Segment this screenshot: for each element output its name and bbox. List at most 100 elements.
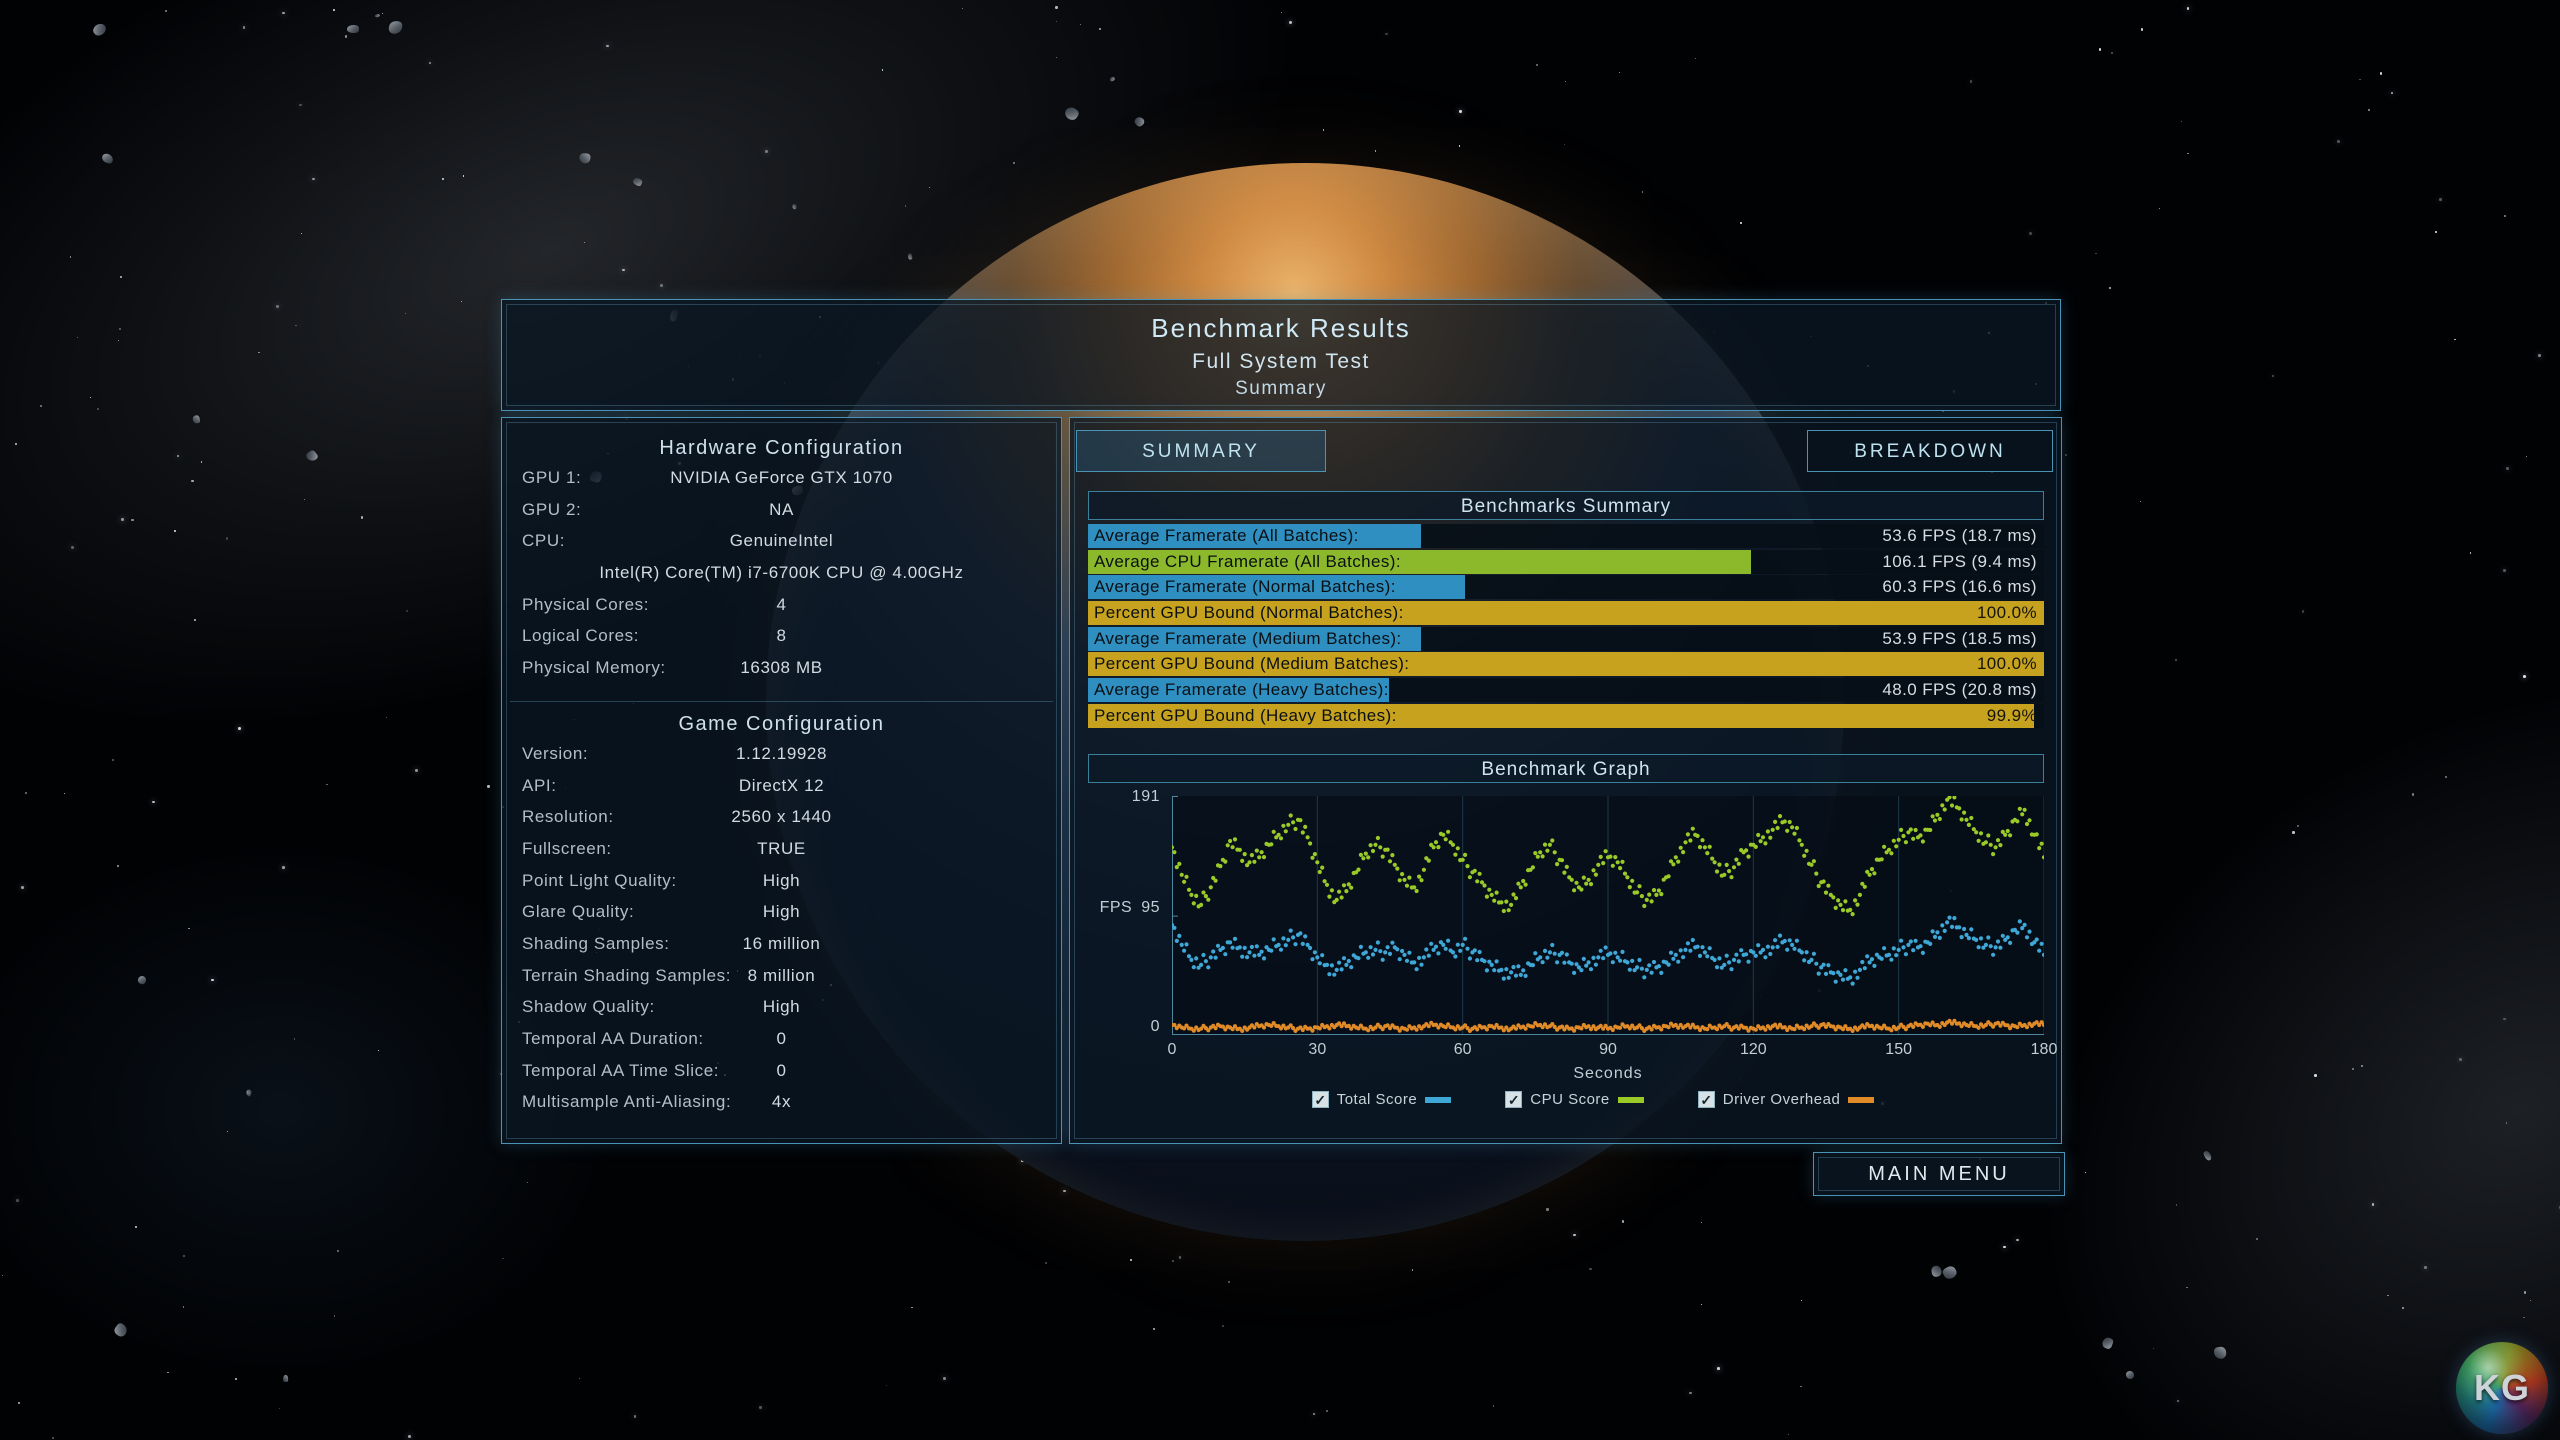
asteroid bbox=[192, 415, 200, 424]
star bbox=[1326, 1410, 1328, 1412]
star bbox=[1179, 1256, 1182, 1259]
config-row: Intel(R) Core(TM) i7-6700K CPU @ 4.00GHz bbox=[502, 557, 1061, 589]
star bbox=[2504, 215, 2506, 217]
star bbox=[2359, 79, 2361, 81]
x-axis-tick: 0 bbox=[1152, 1041, 1192, 1059]
config-row: GPU 1:NVIDIA GeForce GTX 1070 bbox=[502, 462, 1061, 494]
tab-summary[interactable]: SUMMARY bbox=[1076, 430, 1326, 472]
star bbox=[1717, 1367, 1720, 1370]
benchmark-graph-canvas bbox=[1172, 796, 2044, 1035]
star bbox=[2530, 1300, 2531, 1301]
y-axis-label: FPS bbox=[1100, 899, 1133, 917]
star bbox=[1323, 129, 1325, 131]
star bbox=[487, 785, 489, 787]
star bbox=[326, 784, 328, 786]
config-row: Shading Samples:16 million bbox=[502, 928, 1061, 960]
x-axis-tick: 30 bbox=[1297, 1041, 1337, 1059]
asteroid bbox=[101, 153, 114, 164]
config-value: NA bbox=[502, 494, 1061, 526]
star bbox=[1153, 1328, 1155, 1330]
summary-row-label: Average Framerate (Normal Batches): bbox=[1094, 575, 1396, 599]
star bbox=[634, 1415, 637, 1418]
star bbox=[1589, 1268, 1591, 1270]
legend-swatch bbox=[1848, 1097, 1874, 1103]
star bbox=[121, 518, 124, 521]
legend-item-total-score: ✓ Total Score bbox=[1312, 1091, 1452, 1108]
y-axis-mid: FPS 95 bbox=[1088, 899, 1160, 917]
star bbox=[131, 519, 133, 521]
main-menu-button[interactable]: MAIN MENU bbox=[1813, 1152, 2065, 1196]
summary-row-value: 99.9% bbox=[1987, 704, 2037, 728]
star bbox=[235, 1378, 237, 1380]
star bbox=[584, 242, 585, 243]
asteroid bbox=[2125, 1370, 2134, 1379]
config-row: Resolution:2560 x 1440 bbox=[502, 801, 1061, 833]
star bbox=[211, 979, 214, 982]
config-value: 1.12.19928 bbox=[502, 738, 1061, 770]
benchmark-results-title: Benchmark Results bbox=[502, 313, 2060, 344]
tab-breakdown[interactable]: BREAKDOWN bbox=[1807, 430, 2053, 472]
config-value: 4 bbox=[502, 589, 1061, 621]
star bbox=[1573, 1234, 1576, 1237]
star bbox=[2003, 1246, 2006, 1249]
star bbox=[2470, 552, 2472, 554]
asteroid bbox=[2213, 1346, 2227, 1360]
star bbox=[1619, 72, 1620, 73]
star bbox=[2337, 140, 2340, 143]
star bbox=[2372, 1203, 2375, 1206]
star bbox=[1689, 1392, 1692, 1395]
asteroid bbox=[2102, 1337, 2115, 1350]
star bbox=[258, 352, 259, 353]
star bbox=[2085, 1172, 2086, 1173]
config-row: GPU 2:NA bbox=[502, 494, 1061, 526]
benchmark-graph-plot bbox=[1172, 796, 2044, 1035]
star bbox=[165, 10, 167, 12]
star bbox=[1080, 24, 1081, 25]
star bbox=[2368, 109, 2370, 111]
star bbox=[606, 45, 609, 48]
x-axis-label: Seconds bbox=[1172, 1065, 2044, 1083]
summary-row: Average Framerate (Normal Batches):60.3 … bbox=[1088, 575, 2044, 599]
star bbox=[2524, 1291, 2526, 1293]
star bbox=[2402, 1307, 2404, 1309]
legend-checkbox-driver-overhead[interactable]: ✓ bbox=[1698, 1091, 1715, 1108]
legend-label: Total Score bbox=[1337, 1091, 1418, 1108]
star bbox=[1281, 12, 1282, 13]
legend-item-cpu-score: ✓CPU Score bbox=[1505, 1091, 1644, 1108]
hardware-config-heading: Hardware Configuration bbox=[502, 434, 1061, 462]
star bbox=[119, 328, 121, 330]
star bbox=[929, 187, 930, 188]
benchmark-screen: Benchmark Results Full System Test Summa… bbox=[0, 0, 2560, 1440]
star bbox=[1622, 1220, 1624, 1222]
star bbox=[1099, 28, 1101, 30]
asteroid bbox=[388, 20, 403, 35]
star bbox=[90, 397, 91, 398]
star bbox=[1412, 1269, 1414, 1271]
config-value: 0 bbox=[502, 1023, 1061, 1055]
star bbox=[1313, 1413, 1316, 1416]
summary-row-label: Percent GPU Bound (Medium Batches): bbox=[1094, 652, 1409, 676]
summary-row: Average Framerate (All Batches):53.6 FPS… bbox=[1088, 524, 2044, 548]
star bbox=[2503, 1018, 2506, 1021]
config-value: 8 million bbox=[502, 960, 1061, 992]
star bbox=[2523, 675, 2526, 678]
star bbox=[1056, 57, 1057, 58]
summary-row-label: Average Framerate (Heavy Batches): bbox=[1094, 678, 1389, 702]
star bbox=[152, 801, 155, 804]
star bbox=[295, 325, 296, 326]
asteroid bbox=[1133, 116, 1146, 129]
legend-checkbox-cpu-score[interactable]: ✓ bbox=[1505, 1091, 1522, 1108]
asteroid bbox=[91, 21, 108, 38]
asteroid bbox=[283, 1375, 288, 1382]
y-axis-tick-max: 191 bbox=[1088, 788, 1160, 806]
star bbox=[2412, 793, 2414, 795]
star bbox=[1740, 222, 1741, 223]
star bbox=[1063, 1190, 1065, 1192]
star bbox=[415, 769, 417, 771]
asteroid bbox=[792, 204, 796, 209]
star bbox=[1701, 1222, 1702, 1223]
star bbox=[299, 104, 301, 106]
star bbox=[2506, 1122, 2507, 1123]
legend-checkbox-total-score[interactable]: ✓ bbox=[1312, 1091, 1329, 1108]
legend-label: Driver Overhead bbox=[1723, 1091, 1841, 1108]
